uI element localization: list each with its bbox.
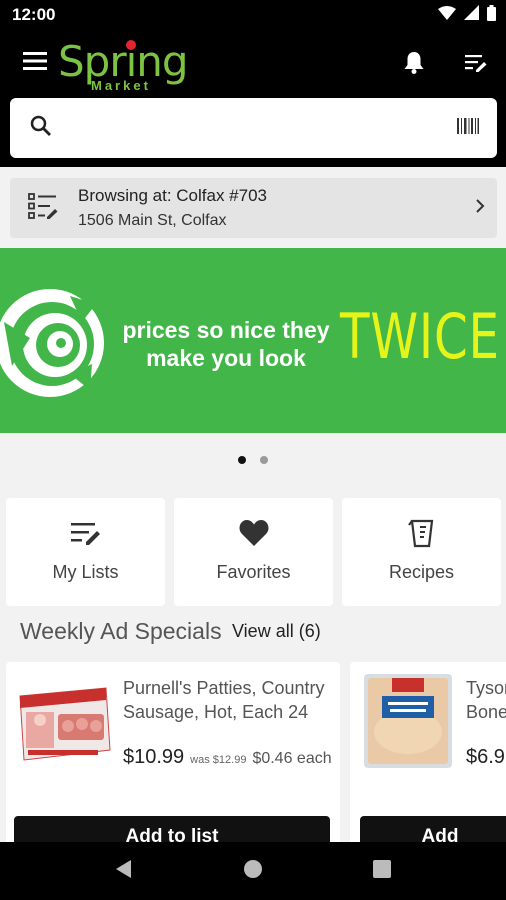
carousel-dot-active[interactable] (238, 456, 246, 464)
battery-icon (487, 4, 496, 26)
back-button[interactable] (104, 851, 144, 891)
my-lists-label: My Lists (52, 562, 119, 582)
menu-button[interactable] (20, 50, 50, 76)
system-nav-bar (0, 842, 506, 900)
view-all-link[interactable]: View all (6) (232, 621, 321, 642)
signal-icon (464, 5, 479, 25)
promo-banner[interactable]: prices so nice they make you look TWICE (0, 248, 506, 433)
recipes-label: Recipes (388, 562, 455, 582)
unit-price: $0.46 each (252, 750, 332, 767)
list-edit-icon (465, 54, 487, 77)
store-list-icon (28, 192, 60, 224)
list-edit-icon (70, 518, 101, 548)
sale-price: $10.99 (123, 746, 185, 768)
bell-icon (404, 51, 424, 79)
was-price: was $12.99 (190, 754, 247, 766)
store-address: 1506 Main St, Colfax (78, 212, 227, 229)
store-name: Browsing at: Colfax #703 (78, 186, 267, 205)
logo-subtext: Market (91, 78, 151, 93)
spring-market-logo: Spring Market (58, 38, 198, 96)
menu-icon (23, 51, 47, 75)
rose-logo-icon (0, 289, 104, 397)
product-image[interactable] (364, 674, 452, 768)
recents-button[interactable] (362, 851, 402, 891)
store-info: Browsing at: Colfax #703 1506 Main St, C… (78, 186, 267, 230)
favorites-card[interactable]: Favorites (174, 498, 333, 606)
barcode-icon[interactable] (457, 117, 479, 139)
product-card[interactable]: Tyson Bone $6.9 Add (350, 662, 506, 852)
favorites-label: Favorites (216, 562, 291, 582)
notifications-button[interactable] (398, 50, 430, 80)
store-selector[interactable]: Browsing at: Colfax #703 1506 Main St, C… (10, 178, 497, 238)
sale-price: $6.9 (466, 746, 505, 768)
banner-tagline: prices so nice they make you look (122, 317, 330, 371)
heart-icon (239, 518, 269, 548)
weekly-ad-title: Weekly Ad Specials (20, 618, 222, 644)
shopping-list-button[interactable] (460, 50, 492, 80)
recents-icon (372, 859, 391, 883)
wifi-icon (438, 5, 456, 25)
product-card[interactable]: Purnell's Patties, Country Sausage, Hot,… (6, 662, 340, 852)
price-row: $10.99 was $12.99 $0.46 each (123, 746, 332, 769)
chevron-right-icon (475, 198, 485, 219)
home-icon (243, 859, 263, 884)
home-button[interactable] (233, 851, 273, 891)
carousel-indicator (0, 456, 506, 464)
status-bar: 12:00 (0, 0, 506, 30)
search-input[interactable] (64, 117, 457, 139)
measuring-cup-icon (407, 518, 437, 548)
banner-headline: TWICE (340, 300, 500, 373)
my-lists-card[interactable]: My Lists (6, 498, 165, 606)
status-time: 12:00 (12, 5, 56, 24)
back-icon (115, 859, 133, 884)
recipes-card[interactable]: Recipes (342, 498, 501, 606)
product-name: Tyson Bone (466, 678, 506, 722)
carousel-dot[interactable] (260, 456, 268, 464)
product-image[interactable] (16, 678, 112, 766)
app-header: Spring Market (0, 30, 506, 167)
status-icons (438, 4, 496, 26)
product-name: Purnell's Patties, Country Sausage, Hot,… (123, 678, 325, 722)
search-icon[interactable] (30, 115, 52, 142)
search-bar[interactable] (10, 98, 497, 158)
price-row: $6.9 (466, 746, 505, 769)
logo-flower-dot (126, 40, 136, 50)
